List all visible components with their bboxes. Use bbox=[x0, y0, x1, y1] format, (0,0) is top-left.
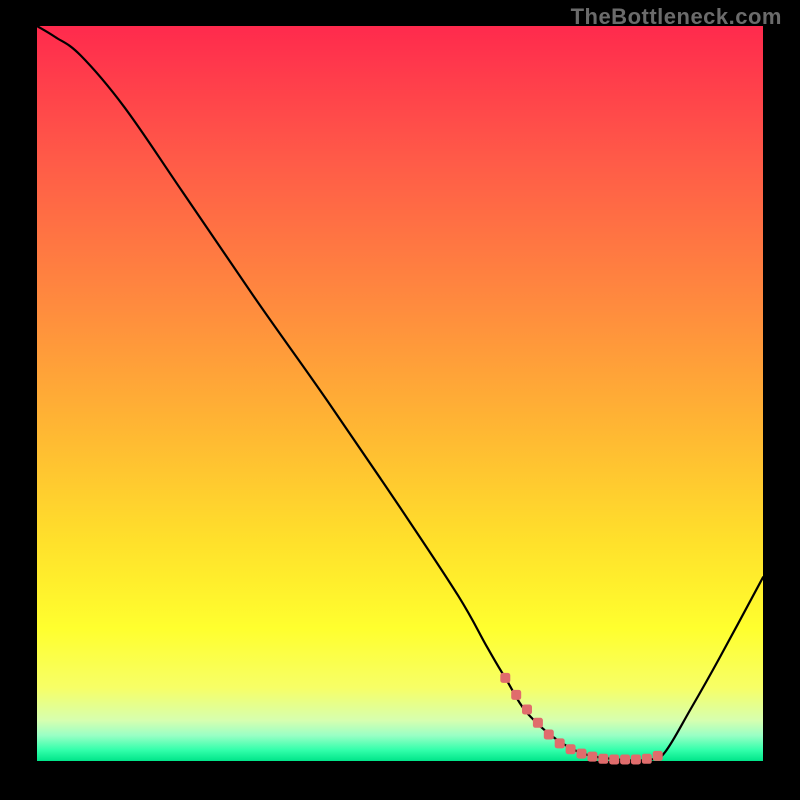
marker-dot bbox=[577, 749, 587, 759]
marker-dot bbox=[609, 755, 619, 765]
marker-dot bbox=[500, 673, 510, 683]
marker-dot bbox=[642, 754, 652, 764]
marker-dot bbox=[511, 690, 521, 700]
marker-dot bbox=[522, 705, 532, 715]
marker-dot bbox=[620, 755, 630, 765]
marker-dot bbox=[544, 730, 554, 740]
chart-frame: { "watermark": "TheBottleneck.com", "cha… bbox=[0, 0, 800, 800]
bottleneck-chart bbox=[0, 0, 800, 800]
marker-dot bbox=[631, 755, 641, 765]
marker-dot bbox=[653, 751, 663, 761]
marker-dot bbox=[555, 738, 565, 748]
marker-dot bbox=[598, 754, 608, 764]
watermark-text: TheBottleneck.com bbox=[571, 4, 782, 30]
marker-dot bbox=[533, 718, 543, 728]
marker-dot bbox=[566, 744, 576, 754]
marker-dot bbox=[587, 752, 597, 762]
